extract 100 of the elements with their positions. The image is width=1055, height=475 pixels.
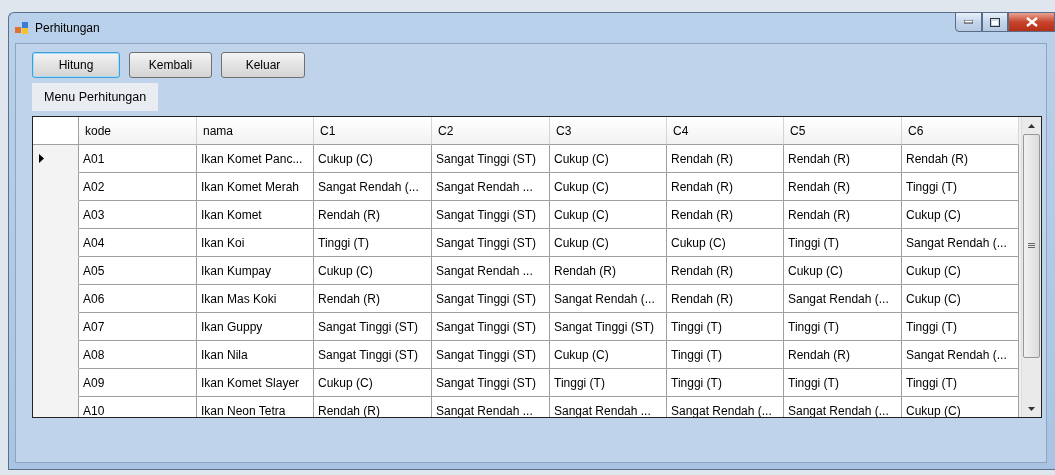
table-cell: Cukup (C) bbox=[902, 257, 1019, 285]
table-cell: Cukup (C) bbox=[902, 397, 1019, 417]
table-cell: Ikan Kumpay bbox=[197, 257, 314, 285]
maximize-button[interactable] bbox=[982, 12, 1008, 32]
table-cell: A07 bbox=[79, 313, 197, 341]
table-cell: Sangat Rendah (... bbox=[550, 285, 667, 313]
close-button[interactable] bbox=[1008, 12, 1055, 32]
table-cell: Cukup (C) bbox=[550, 201, 667, 229]
table-cell: Cukup (C) bbox=[314, 257, 432, 285]
table-cell: Rendah (R) bbox=[667, 145, 784, 173]
table-cell: Sangat Rendah (... bbox=[784, 285, 902, 313]
table-cell: Cukup (C) bbox=[550, 341, 667, 369]
table-cell: Ikan Komet Slayer bbox=[197, 369, 314, 397]
table-cell: Sangat Rendah ... bbox=[432, 397, 550, 417]
table-cell: Sangat Tinggi (ST) bbox=[432, 313, 550, 341]
table-cell: Sangat Rendah (... bbox=[784, 397, 902, 417]
action-button[interactable]: Keluar bbox=[221, 52, 305, 78]
table-cell: Sangat Rendah (... bbox=[314, 173, 432, 201]
table-cell: Ikan Neon Tetra bbox=[197, 397, 314, 417]
minimize-button[interactable] bbox=[955, 12, 982, 32]
table-cell: Sangat Tinggi (ST) bbox=[550, 313, 667, 341]
table-cell: A03 bbox=[79, 201, 197, 229]
action-button[interactable]: Hitung bbox=[32, 52, 120, 78]
table-cell: Sangat Rendah (... bbox=[902, 341, 1019, 369]
scroll-up-icon[interactable] bbox=[1028, 123, 1035, 128]
table-cell: Ikan Nila bbox=[197, 341, 314, 369]
table-cell: Tinggi (T) bbox=[902, 369, 1019, 397]
table-cell: Rendah (R) bbox=[314, 201, 432, 229]
table-cell: Tinggi (T) bbox=[902, 313, 1019, 341]
scroll-down-icon[interactable] bbox=[1028, 406, 1035, 411]
column-header[interactable]: C1 bbox=[314, 117, 432, 145]
table-cell: Sangat Tinggi (ST) bbox=[432, 285, 550, 313]
table-cell: A10 bbox=[79, 397, 197, 417]
column-header[interactable]: C5 bbox=[784, 117, 902, 145]
scrollbar[interactable] bbox=[1021, 117, 1041, 417]
table-cell: Cukup (C) bbox=[550, 173, 667, 201]
table-cell: Tinggi (T) bbox=[314, 229, 432, 257]
table-cell: Sangat Tinggi (ST) bbox=[432, 201, 550, 229]
table-cell: Sangat Rendah ... bbox=[550, 397, 667, 417]
table-cell: Sangat Rendah (... bbox=[667, 397, 784, 417]
table-cell: A06 bbox=[79, 285, 197, 313]
table-cell: Ikan Komet Merah bbox=[197, 173, 314, 201]
column-header[interactable]: C2 bbox=[432, 117, 550, 145]
table-cell: Sangat Rendah ... bbox=[432, 257, 550, 285]
table-cell: Rendah (R) bbox=[784, 145, 902, 173]
table-cell: A08 bbox=[79, 341, 197, 369]
table-cell: Ikan Komet Panc... bbox=[197, 145, 314, 173]
action-button[interactable]: Kembali bbox=[129, 52, 212, 78]
table-cell: A02 bbox=[79, 173, 197, 201]
scroll-thumb[interactable] bbox=[1023, 134, 1040, 358]
table-cell: Rendah (R) bbox=[314, 397, 432, 417]
table-cell: Tinggi (T) bbox=[784, 369, 902, 397]
app-icon bbox=[15, 21, 29, 35]
table-cell: A01 bbox=[79, 145, 197, 173]
section-label: Menu Perhitungan bbox=[32, 83, 159, 111]
column-header[interactable]: C6 bbox=[902, 117, 1019, 145]
table-cell: Rendah (R) bbox=[667, 285, 784, 313]
table-cell: Sangat Rendah ... bbox=[432, 173, 550, 201]
table-cell: Sangat Tinggi (ST) bbox=[314, 341, 432, 369]
table-cell: Ikan Komet bbox=[197, 201, 314, 229]
table-cell: Rendah (R) bbox=[784, 201, 902, 229]
window-title: Perhitungan bbox=[35, 21, 101, 35]
table-cell: Sangat Tinggi (ST) bbox=[432, 145, 550, 173]
column-header[interactable]: kode bbox=[79, 117, 197, 145]
table-cell: Rendah (R) bbox=[667, 201, 784, 229]
table-cell: Sangat Tinggi (ST) bbox=[432, 341, 550, 369]
table-cell: Cukup (C) bbox=[667, 229, 784, 257]
table-cell: Ikan Guppy bbox=[197, 313, 314, 341]
column-header[interactable]: C3 bbox=[550, 117, 667, 145]
table-cell: Rendah (R) bbox=[784, 341, 902, 369]
table-cell: Rendah (R) bbox=[550, 257, 667, 285]
table-cell: Rendah (R) bbox=[667, 257, 784, 285]
table-cell: Cukup (C) bbox=[784, 257, 902, 285]
grip-icon bbox=[1028, 243, 1035, 249]
table-cell: Rendah (R) bbox=[784, 173, 902, 201]
table-cell: Ikan Koi bbox=[197, 229, 314, 257]
table-cell: Tinggi (T) bbox=[784, 313, 902, 341]
table-cell: Rendah (R) bbox=[902, 145, 1019, 173]
table-cell: Tinggi (T) bbox=[667, 341, 784, 369]
column-header[interactable]: nama bbox=[197, 117, 314, 145]
grid-corner bbox=[33, 117, 79, 145]
table-cell: A04 bbox=[79, 229, 197, 257]
table-cell: Tinggi (T) bbox=[667, 313, 784, 341]
table-cell: Tinggi (T) bbox=[550, 369, 667, 397]
table-cell: Cukup (C) bbox=[902, 201, 1019, 229]
table-cell: Sangat Rendah (... bbox=[902, 229, 1019, 257]
minimize-icon bbox=[964, 20, 973, 24]
column-header[interactable]: C4 bbox=[667, 117, 784, 145]
table-cell: Cukup (C) bbox=[550, 145, 667, 173]
table-cell: Ikan Mas Koki bbox=[197, 285, 314, 313]
close-icon bbox=[1025, 17, 1038, 27]
table-cell: Tinggi (T) bbox=[902, 173, 1019, 201]
table-cell: A05 bbox=[79, 257, 197, 285]
table-cell: Cukup (C) bbox=[314, 145, 432, 173]
table-cell: Cukup (C) bbox=[902, 285, 1019, 313]
table-cell: Rendah (R) bbox=[314, 285, 432, 313]
table-cell: Tinggi (T) bbox=[667, 369, 784, 397]
table-cell: Cukup (C) bbox=[314, 369, 432, 397]
table-cell: Sangat Tinggi (ST) bbox=[432, 369, 550, 397]
table-cell: Cukup (C) bbox=[550, 229, 667, 257]
